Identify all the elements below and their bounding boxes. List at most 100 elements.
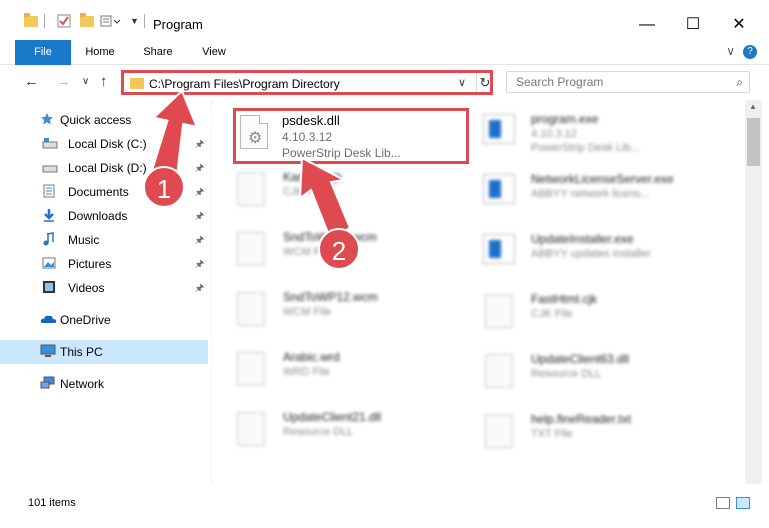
star-icon (40, 112, 54, 126)
navigation-bar: ← → ∨ ↑ C:\Program Files\Program Directo… (0, 66, 769, 100)
sidebar-item-label: OneDrive (60, 313, 111, 327)
scroll-thumb[interactable] (747, 118, 760, 166)
file-item[interactable]: FastHtml.cjk CJK File (461, 284, 701, 336)
file-item[interactable]: Arabic.wrd WRD File (213, 342, 453, 394)
window-title: Program (153, 17, 203, 32)
forward-button[interactable]: → (56, 73, 71, 90)
file-item[interactable]: program.exe 4.10.3.12 PowerStrip Desk Li… (461, 104, 701, 156)
dll-file-icon: ⚙ (240, 115, 268, 149)
expand-ribbon-icon[interactable]: ∨ (726, 44, 735, 58)
close-button[interactable]: ✕ (716, 10, 762, 40)
sidebar-item-pictures[interactable]: Pictures 🖈 (0, 252, 208, 276)
music-icon (42, 232, 56, 246)
customize-quick-access-icon[interactable] (100, 12, 126, 30)
sidebar-item-network[interactable]: Network (0, 372, 208, 396)
pin-icon: 🖈 (195, 283, 205, 294)
search-icon[interactable]: ⌕ (736, 75, 743, 90)
tab-home[interactable]: Home (76, 40, 124, 65)
file-item[interactable]: Kanban.cjk CJK File (213, 162, 453, 214)
file-version: 4.10.3.12 (282, 130, 333, 144)
address-dropdown-icon[interactable]: ∨ (458, 76, 466, 89)
file-icon (485, 294, 513, 328)
file-icon (237, 412, 265, 446)
exe-icon (483, 114, 515, 144)
file-version: 4.10.3.12 (531, 128, 577, 140)
large-icons-view-icon[interactable] (736, 497, 750, 509)
sidebar-item-onedrive[interactable]: OneDrive (0, 308, 208, 332)
back-button[interactable]: ← (24, 73, 39, 90)
sidebar-item-music[interactable]: Music 🖈 (0, 228, 208, 252)
file-item[interactable]: UpdateInstaller.exe ABBYY updates instal… (461, 224, 701, 276)
new-folder-icon[interactable] (80, 12, 94, 30)
vertical-scrollbar[interactable]: ▲ (745, 100, 762, 484)
help-icon[interactable]: ? (743, 45, 757, 59)
videos-icon (42, 280, 56, 294)
address-bar[interactable]: C:\Program Files\Program Directory ∨ ↻ (121, 70, 493, 95)
folder-icon (24, 12, 38, 30)
pin-icon: 🖈 (195, 235, 205, 246)
sidebar-item-label: Local Disk (C:) (68, 137, 147, 151)
file-name: SndToWP12.wcm (283, 290, 378, 304)
file-type: Resource DLL (531, 368, 602, 380)
file-item[interactable]: UpdateClient21.dll Resource DLL (213, 402, 453, 454)
sidebar-item-quick-access[interactable]: Quick access (0, 108, 208, 132)
ribbon: File Home Share View ∨ ? (0, 40, 769, 65)
file-name: FastHtml.cjk (531, 292, 597, 306)
title-bar: ▼ Program — ☐ ✕ (0, 0, 769, 40)
file-item-psdesk-dll[interactable]: ⚙ psdesk.dll 4.10.3.12 PowerStrip Desk L… (233, 108, 469, 164)
sidebar-item-videos[interactable]: Videos 🖈 (0, 276, 208, 300)
file-name: UpdateClient63.dll (531, 352, 630, 366)
separator (44, 12, 45, 30)
pin-icon: 🖈 (195, 139, 205, 150)
sidebar-item-label: Pictures (68, 257, 112, 271)
onedrive-icon (40, 312, 57, 326)
file-icon (237, 352, 265, 386)
documents-icon (42, 184, 56, 198)
file-type: TXT File (531, 428, 573, 440)
file-type: CJK File (531, 308, 573, 320)
file-name: UpdateClient21.dll (283, 410, 382, 424)
file-icon (237, 172, 265, 206)
file-name: UpdateInstaller.exe (531, 232, 634, 246)
sidebar-item-label: Music (68, 233, 100, 247)
scroll-up-icon[interactable]: ▲ (749, 102, 757, 111)
pin-icon: 🖈 (195, 187, 205, 198)
tab-share[interactable]: Share (134, 40, 182, 65)
tab-file[interactable]: File (15, 40, 71, 65)
refresh-button[interactable]: ↻ (476, 73, 493, 92)
computer-icon (40, 344, 56, 358)
dropdown-icon[interactable]: ▼ (130, 12, 139, 30)
sidebar-item-label: Local Disk (D:) (68, 161, 147, 175)
separator (144, 12, 145, 30)
gear-icon: ⚙ (248, 130, 263, 147)
callout-badge-2: 2 (318, 228, 360, 270)
pin-icon: 🖈 (195, 163, 205, 174)
file-type: ABBYY updates installer (531, 248, 651, 260)
sidebar-item-label: Quick access (60, 113, 132, 127)
file-type: WRD File (283, 366, 331, 378)
search-box[interactable]: ⌕ (506, 71, 750, 93)
file-description: PowerStrip Desk Lib... (531, 142, 640, 154)
file-item[interactable]: NetworkLicenseServer.exe ABBYY network l… (461, 164, 701, 216)
up-button[interactable]: ↑ (100, 73, 108, 90)
tab-view[interactable]: View (192, 40, 236, 65)
sidebar-item-local-disk-c[interactable]: Local Disk (C:) 🖈 (0, 132, 208, 156)
search-input[interactable] (507, 72, 722, 92)
drive-icon (42, 160, 58, 174)
recent-locations-button[interactable]: ∨ (82, 76, 89, 87)
file-icon (237, 232, 265, 266)
minimize-button[interactable]: — (624, 10, 670, 40)
file-type: ABBYY network licens... (531, 188, 650, 200)
file-item[interactable]: SndToWP12.wcm WCM File (213, 282, 453, 334)
sidebar-item-downloads[interactable]: Downloads 🖈 (0, 204, 208, 228)
address-path[interactable]: C:\Program Files\Program Directory (149, 77, 340, 91)
file-icon (237, 292, 265, 326)
file-item[interactable]: UpdateClient63.dll Resource DLL (461, 344, 701, 396)
sidebar-item-this-pc[interactable]: This PC (0, 340, 208, 364)
details-view-icon[interactable] (716, 497, 730, 509)
file-item[interactable]: help.fineReader.txt TXT File (461, 404, 701, 456)
properties-icon[interactable] (56, 12, 72, 30)
file-type: CJK File (283, 186, 325, 198)
sidebar-item-label: Videos (68, 281, 105, 295)
maximize-button[interactable]: ☐ (670, 10, 716, 40)
